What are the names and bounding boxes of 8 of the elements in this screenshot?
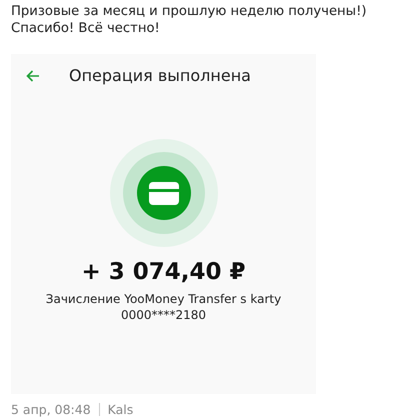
post-text: Призовые за месяц и прошлую неделю получены!) Спасибо! Всё честно!: [10, 3, 368, 37]
amount: + 3 074,40 ₽: [81, 259, 246, 285]
author-link[interactable]: Kals: [108, 402, 134, 417]
screen-title: Операция выполнена: [69, 66, 251, 85]
post-date: 5 апр, 08:48: [11, 402, 91, 417]
back-icon[interactable]: [25, 68, 41, 84]
card-icon: [110, 139, 218, 247]
transaction-description: Зачисление YooMoney Transfer s karty 0000****2180: [44, 291, 282, 323]
